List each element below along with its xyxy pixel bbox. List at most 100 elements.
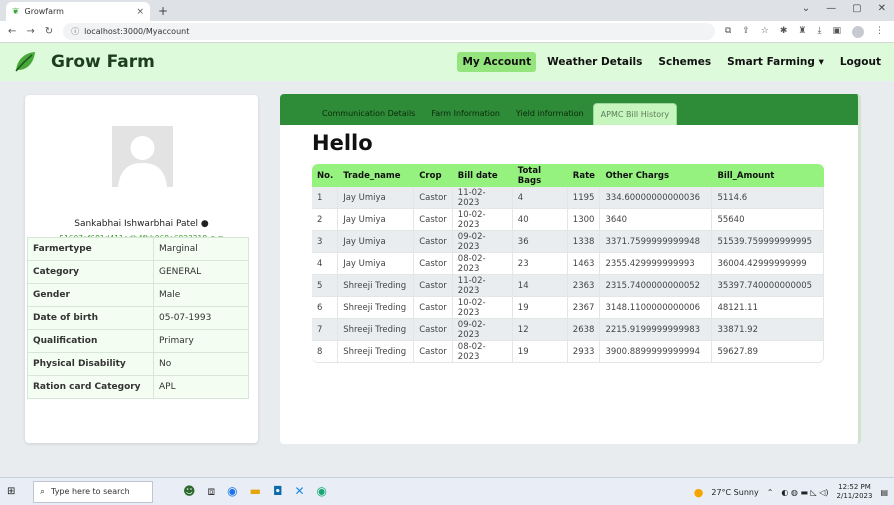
table-row: 7 Shreeji Treding Castor 09-02-2023 12 2638 22… <box>312 319 824 341</box>
cell-bill-amount: 48121.11 <box>712 297 824 319</box>
chrome-canary-icon[interactable]: ◉ <box>317 484 327 499</box>
nav-smart-farming-dropdown[interactable]: Smart Farming ▾ <box>722 52 829 72</box>
open-in-app-icon[interactable]: ⧉ <box>725 26 731 38</box>
info-key: Category <box>27 260 154 284</box>
info-row: Ration card Category APL <box>27 375 249 399</box>
windows-start-icon[interactable]: ⊞ <box>7 486 25 497</box>
col-header: Total Bags <box>512 164 568 187</box>
tab-search-icon[interactable]: ⌄ <box>802 3 810 14</box>
minimize-icon[interactable]: — <box>826 3 836 14</box>
cell-rate: 1300 <box>567 209 601 231</box>
cell-total-bags: 14 <box>512 275 568 297</box>
clock-date: 2/11/2023 <box>836 492 873 500</box>
cell-bill-date: 10-02-2023 <box>452 297 513 319</box>
task-view-icon[interactable]: ⧈ <box>208 484 216 499</box>
cell-rate: 2638 <box>567 319 601 341</box>
table-row: 4 Jay Umiya Castor 08-02-2023 23 1463 2355.429… <box>312 253 824 275</box>
sidebar-icon[interactable]: ▣ <box>832 26 841 38</box>
cell-other-charges: 3900.8899999999994 <box>600 341 713 363</box>
cell-no: 3 <box>312 231 339 253</box>
tab-farm-information[interactable]: Farm Information <box>424 103 507 125</box>
cell-no: 5 <box>312 275 339 297</box>
nav-weather-details[interactable]: Weather Details <box>542 52 647 72</box>
nav-my-account[interactable]: My Account <box>457 52 537 72</box>
share-icon[interactable]: ⇪ <box>742 26 750 38</box>
new-tab-button[interactable]: + <box>158 4 168 18</box>
cell-crop: Castor <box>414 341 453 363</box>
col-header: Other Chargs <box>600 164 713 187</box>
table-row: 6 Shreeji Treding Castor 10-02-2023 19 2367 31… <box>312 297 824 319</box>
cell-rate: 1463 <box>567 253 601 275</box>
table-header-row: No. Trade_name Crop Bill date Total Bags… <box>312 164 824 187</box>
cell-trade-name: Shreeji Treding <box>338 297 415 319</box>
cell-total-bags: 40 <box>512 209 568 231</box>
nav-menu: My Account Weather Details Schemes Smart… <box>457 43 886 81</box>
info-value: Primary <box>153 329 249 353</box>
browser-tab[interactable]: ❦ Growfarm × <box>6 2 150 21</box>
reload-icon[interactable]: ↻ <box>45 26 53 37</box>
bookmark-star-icon[interactable]: ☆ <box>761 26 769 38</box>
tray-icons[interactable]: ◐ ◍ ▬ ◺ ◁) <box>781 488 828 497</box>
extension-icon[interactable]: ✱ <box>780 26 788 38</box>
info-row: Gender Male <box>27 283 249 307</box>
app-navbar: Grow Farm My Account Weather Details Sch… <box>0 43 894 81</box>
tab-apmc-bill-history[interactable]: APMC Bill History <box>592 103 678 125</box>
col-header: Rate <box>567 164 601 187</box>
farmer-info-table: Farmertype Marginal Category GENERAL Gende… <box>27 237 249 399</box>
info-row: Date of birth 05-07-1993 <box>27 306 249 330</box>
cell-no: 4 <box>312 253 339 275</box>
tab-yield-information[interactable]: Yield information <box>509 103 591 125</box>
card-header: Communication Details Farm Information Y… <box>280 94 858 125</box>
tab-communication-details[interactable]: Communication Details <box>315 103 422 125</box>
site-info-icon[interactable]: ⓘ <box>71 26 79 37</box>
cell-trade-name: Jay Umiya <box>338 209 415 231</box>
weather-text[interactable]: 27°C Sunny <box>711 488 758 497</box>
close-tab-icon[interactable]: × <box>136 7 144 17</box>
growfarm-favicon-icon: ❦ <box>12 6 20 17</box>
cell-other-charges: 3640 <box>600 209 713 231</box>
cell-no: 7 <box>312 319 339 341</box>
taskbar-search[interactable]: ⌕ Type here to search <box>33 480 153 503</box>
vscode-icon[interactable]: ✕ <box>294 484 304 499</box>
info-row: Qualification Primary <box>27 329 249 353</box>
col-header: Bill_Amount <box>712 164 824 187</box>
nav-logout[interactable]: Logout <box>835 52 886 72</box>
download-icon[interactable]: ⤓ <box>818 26 822 38</box>
cell-total-bags: 19 <box>512 297 568 319</box>
leaf-logo-icon[interactable] <box>13 50 37 74</box>
notification-icon[interactable]: ▤ <box>880 488 888 497</box>
user-placeholder-icon <box>112 126 173 187</box>
cell-crop: Castor <box>414 231 453 253</box>
menu-kebab-icon[interactable]: ⋮ <box>875 26 884 38</box>
url-text: localhost:3000/Myaccount <box>84 27 190 36</box>
extensions-puzzle-icon[interactable]: ♜ <box>798 26 806 38</box>
maximize-icon[interactable]: ▢ <box>852 3 861 14</box>
cell-no: 8 <box>312 341 339 363</box>
col-header: Bill date <box>452 164 513 187</box>
clock[interactable]: 12:52 PM 2/11/2023 <box>837 483 873 501</box>
chrome-icon[interactable]: ◉ <box>227 484 237 499</box>
file-explorer-icon[interactable]: ▬ <box>250 484 261 499</box>
forward-icon[interactable]: → <box>26 26 34 37</box>
cell-bill-date: 09-02-2023 <box>452 231 513 253</box>
farmer-name: Sankabhai Ishwarbhai Patel ● <box>74 219 209 229</box>
info-value: GENERAL <box>153 260 249 284</box>
nav-schemes[interactable]: Schemes <box>653 52 716 72</box>
bill-table: No. Trade_name Crop Bill date Total Bags… <box>312 164 824 363</box>
cell-trade-name: Shreeji Treding <box>338 275 415 297</box>
close-window-icon[interactable]: ✕ <box>878 3 886 14</box>
people-icon[interactable]: ☻ <box>183 484 196 499</box>
url-field[interactable]: ⓘ localhost:3000/Myaccount <box>63 23 715 40</box>
cell-trade-name: Jay Umiya <box>338 187 415 209</box>
table-row: 3 Jay Umiya Castor 09-02-2023 36 1338 3371.759… <box>312 231 824 253</box>
store-icon[interactable]: ◘ <box>273 484 283 499</box>
avatar <box>112 126 173 187</box>
info-key: Qualification <box>27 329 154 353</box>
back-icon[interactable]: ← <box>8 26 16 37</box>
profile-avatar-icon[interactable] <box>852 25 864 38</box>
cell-crop: Castor <box>414 319 453 341</box>
browser-tab-title: Growfarm <box>24 7 64 16</box>
brand-name[interactable]: Grow Farm <box>51 52 155 72</box>
page-content: Sankabhai Ishwarbhai Patel ● 51607af681d… <box>0 81 894 477</box>
tray-chevron-icon[interactable]: ⌃ <box>767 488 774 497</box>
